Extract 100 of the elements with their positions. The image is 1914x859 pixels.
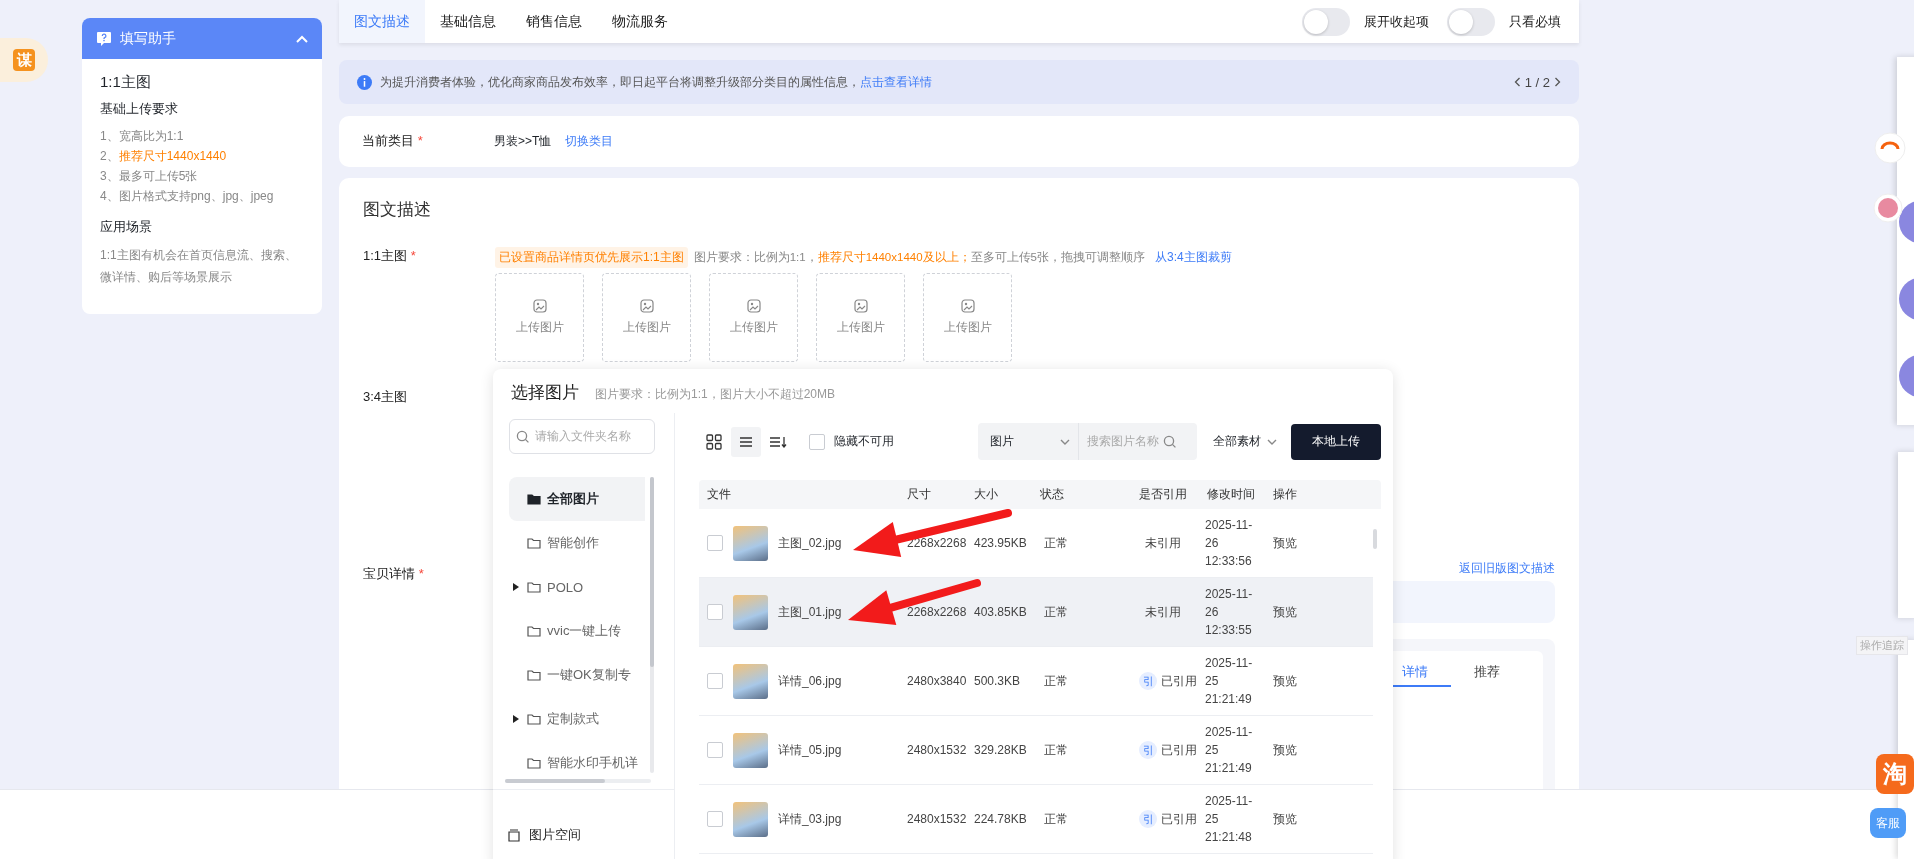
file-name: 详情_03.jpg <box>778 810 842 828</box>
app-shortcut-icon[interactable] <box>1874 132 1906 164</box>
upload-slot[interactable]: 上传图片 <box>495 273 584 362</box>
chevron-up-icon[interactable] <box>296 34 308 43</box>
folder-item[interactable]: vvic一键上传 <box>509 609 645 653</box>
folder-icon <box>527 625 541 637</box>
photo-placeholder <box>733 732 768 768</box>
folder-item[interactable]: 定制款式 <box>509 697 645 741</box>
table-cell-text: 正常 <box>1043 603 1069 621</box>
upload-slot[interactable]: 上传图片 <box>816 273 905 362</box>
material-filter[interactable]: 全部素材 <box>1213 433 1277 450</box>
upload-slot[interactable]: 上传图片 <box>923 273 1012 362</box>
photo-placeholder <box>733 594 768 630</box>
folder-name: 全部图片 <box>547 490 599 508</box>
row-checkbox[interactable] <box>707 535 723 551</box>
table-cell-text: 2268x2268 <box>906 536 966 550</box>
crop-link[interactable]: 从3:4主图裁剪 <box>1155 248 1232 266</box>
tab[interactable]: 物流服务 <box>597 0 683 44</box>
preview-link[interactable]: 预览 <box>1265 534 1373 552</box>
info-icon <box>357 74 372 90</box>
table-cell-text: 2025-11-26 12:33:55 <box>1204 586 1254 639</box>
folder-item[interactable]: 一键OK复制专 <box>509 653 645 697</box>
preview-link[interactable]: 预览 <box>1265 603 1373 621</box>
list-view-button[interactable] <box>731 426 761 457</box>
upload-slot[interactable]: 上传图片 <box>709 273 798 362</box>
folder-name: vvic一键上传 <box>547 622 622 640</box>
scrollbar[interactable] <box>505 779 651 783</box>
table-cell-text: 正常 <box>1043 810 1069 828</box>
file-name: 主图_02.jpg <box>778 534 842 552</box>
field-label: 当前类目 * <box>362 132 424 151</box>
chevron-down-icon <box>1060 438 1070 445</box>
grid-icon <box>706 433 722 450</box>
row-checkbox[interactable] <box>707 742 723 758</box>
reference-badge: 引 <box>1139 672 1157 690</box>
tab[interactable]: 基础信息 <box>425 0 511 44</box>
table-cell-text: 正常 <box>1043 534 1069 552</box>
helper-heading: 基础上传要求 <box>100 100 179 118</box>
image-icon <box>746 299 761 313</box>
requirement-text: 图片要求：比例为1:1，推荐尺寸1440x1440及以上；至多可上传5张，拖拽可调整顺序 <box>693 249 1145 265</box>
tab[interactable]: 销售信息 <box>511 0 597 44</box>
table-cell-text: 2025-11-25 21:21:48 <box>1204 793 1254 846</box>
helper-header[interactable]: 填写助手 <box>82 18 322 59</box>
folder-stack-icon <box>507 828 521 842</box>
help-bubble-icon <box>96 30 112 47</box>
preview-link[interactable]: 预览 <box>1265 810 1373 828</box>
table-cell-text: 2480x1532 <box>906 812 966 826</box>
checkbox[interactable] <box>809 433 825 450</box>
column-header: 尺寸 <box>906 486 932 503</box>
panel-tab[interactable]: 推荐 <box>1451 659 1523 687</box>
preview-link[interactable]: 预览 <box>1265 741 1373 759</box>
tab[interactable]: 图文描述 <box>339 0 425 44</box>
toggle-switch[interactable] <box>1447 7 1495 36</box>
toggle-switch[interactable] <box>1302 7 1350 36</box>
expand-caret-icon[interactable] <box>513 715 519 723</box>
chevron-left-icon[interactable] <box>1513 77 1521 88</box>
requirement-item: 2、推荐尺寸1440x1440 <box>100 148 228 165</box>
image-space-label[interactable]: 图片空间 <box>529 826 581 844</box>
scrollbar[interactable] <box>1373 529 1377 549</box>
expand-caret-icon[interactable] <box>513 583 519 591</box>
chevron-right-icon[interactable] <box>1554 77 1561 88</box>
column-header: 是否引用 <box>1138 486 1188 503</box>
table-row[interactable]: 主图_01.jpg 2268x2268 403.85KB 正常 未引用 2025-11-26 12:33:55 预览 <box>699 578 1373 647</box>
table-cell-text: 正常 <box>1043 672 1069 690</box>
switch-category-link[interactable]: 切换类目 <box>565 132 614 150</box>
folder-icon <box>527 757 541 769</box>
image-icon <box>639 299 654 313</box>
folder-item[interactable]: 全部图片 <box>509 477 645 521</box>
file-name: 详情_05.jpg <box>778 741 842 759</box>
reference-badge: 引 <box>1139 810 1157 828</box>
folder-item[interactable]: POLO <box>509 565 645 609</box>
table-cell-text: 423.95KB <box>973 536 1028 550</box>
upload-button[interactable]: 本地上传 <box>1291 423 1381 460</box>
details-link[interactable]: 点击查看详情 <box>860 73 932 91</box>
column-header: 操作 <box>1272 486 1298 503</box>
section-title: 图文描述 <box>363 199 432 221</box>
old-version-link[interactable]: 返回旧版图文描述 <box>1459 560 1555 577</box>
photo-placeholder <box>733 525 768 561</box>
helper-section-title: 1:1主图 <box>100 73 152 92</box>
folder-item[interactable]: 智能水印手机详 <box>509 741 645 785</box>
column-header: 文件 <box>706 486 732 503</box>
row-checkbox[interactable] <box>707 673 723 689</box>
folder-name: POLO <box>547 579 584 595</box>
scrollbar[interactable] <box>650 477 654 773</box>
table-cell-text: 2025-11-25 21:21:49 <box>1204 724 1254 777</box>
type-select[interactable]: 图片 <box>978 423 1079 460</box>
app-shortcut-icon[interactable] <box>1873 193 1903 223</box>
search-icon <box>516 429 530 444</box>
row-checkbox[interactable] <box>707 604 723 620</box>
toggle-label: 只看必填 <box>1509 12 1561 31</box>
preview-link[interactable]: 预览 <box>1265 672 1373 690</box>
upload-slot[interactable]: 上传图片 <box>602 273 691 362</box>
requirement-item: 3、最多可上传5张 <box>100 168 199 185</box>
column-header: 大小 <box>973 486 999 503</box>
search-icon <box>1163 434 1177 449</box>
table-cell: 已引用 <box>1161 810 1197 828</box>
row-checkbox[interactable] <box>707 811 723 827</box>
table-cell-text: 未引用 <box>1144 534 1181 552</box>
toggle-label: 展开收起项 <box>1364 12 1429 31</box>
folder-item[interactable]: 智能创作 <box>509 521 645 565</box>
notice-text: 为提升消费者体验，优化商家商品发布效率，即日起平台将调整升级部分类目的属性信息， <box>380 73 860 91</box>
